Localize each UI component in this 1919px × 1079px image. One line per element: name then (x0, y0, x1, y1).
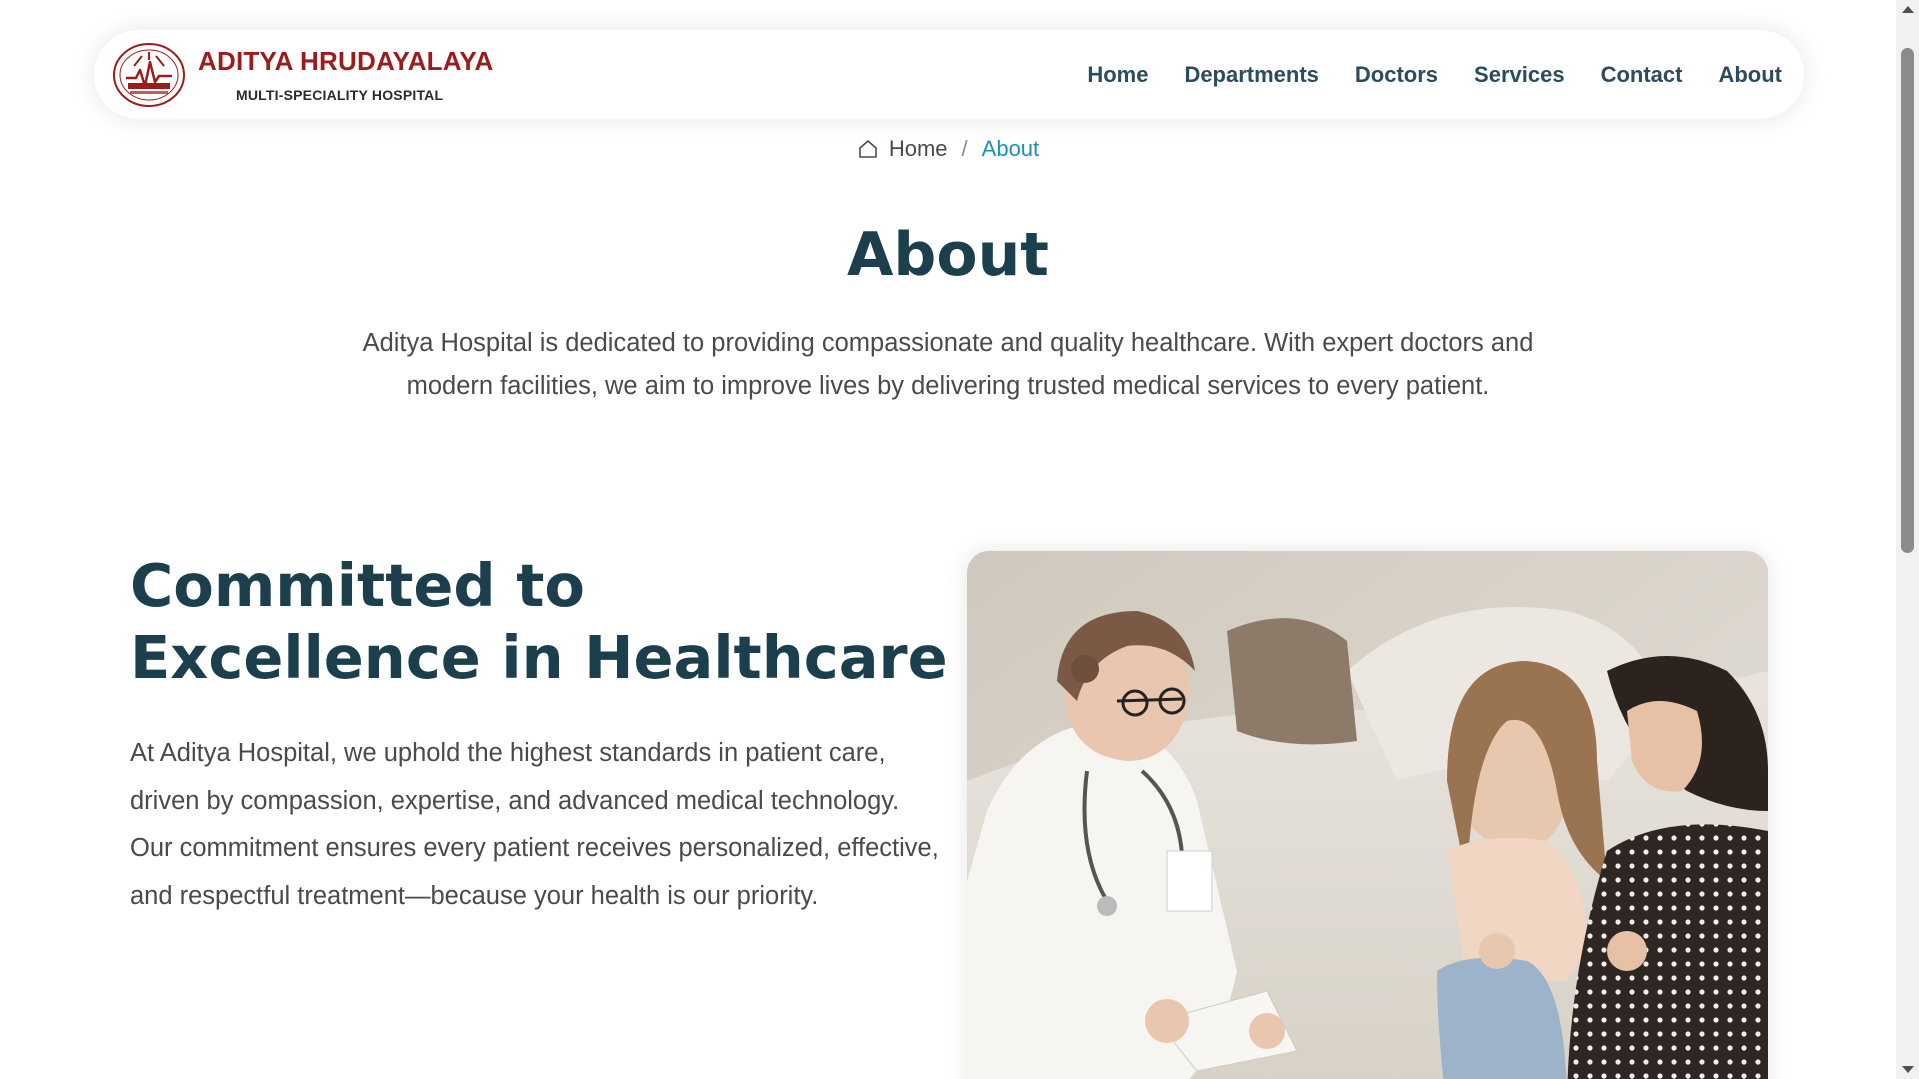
breadcrumb-home[interactable]: Home (857, 136, 948, 162)
page-title: About (846, 220, 1049, 290)
site-header: ADITYA HRUDAYALAYA MULTI-SPECIALITY HOSP… (94, 30, 1804, 119)
breadcrumb-separator: / (961, 136, 968, 161)
scroll-up-arrow-icon[interactable] (1902, 6, 1914, 13)
home-icon (859, 140, 877, 158)
doctor-with-patient-photo (967, 551, 1768, 1079)
nav-about-link[interactable]: About (1718, 62, 1782, 88)
brand-name: ADITYA HRUDAYALAYA (198, 45, 494, 76)
breadcrumb: Home / About (0, 136, 1896, 162)
scroll-down-arrow-icon[interactable] (1902, 1066, 1914, 1073)
hospital-seal-logo-icon (113, 42, 185, 107)
page-viewport: ADITYA HRUDAYALAYA MULTI-SPECIALITY HOSP… (0, 0, 1919, 1079)
nav-contact-link[interactable]: Contact (1601, 62, 1683, 88)
excellence-body: At Aditya Hospital, we uphold the highes… (130, 739, 939, 910)
photo-illustration (967, 551, 1768, 1079)
breadcrumb-current: About (981, 136, 1040, 161)
excellence-heading: Committed to Excellence in Healthcare (130, 551, 948, 692)
brand-tagline: MULTI-SPECIALITY HOSPITAL (236, 86, 444, 103)
main-navigation: Home Departments Doctors Services Contac… (1051, 62, 1782, 88)
nav-doctors-link[interactable]: Doctors (1355, 62, 1438, 88)
nav-services-link[interactable]: Services (1474, 62, 1565, 88)
nav-departments-link[interactable]: Departments (1184, 62, 1318, 88)
brand[interactable]: ADITYA HRUDAYALAYA MULTI-SPECIALITY HOSP… (112, 42, 493, 108)
breadcrumb-home-label: Home (888, 136, 948, 161)
page-intro: Aditya Hospital is dedicated to providin… (362, 329, 1534, 400)
brand-text: ADITYA HRUDAYALAYA MULTI-SPECIALITY HOSP… (198, 48, 493, 102)
nav-home-link[interactable]: Home (1087, 62, 1148, 88)
scroll-thumb[interactable] (1901, 48, 1914, 553)
page-scrollbar[interactable] (1896, 0, 1919, 1079)
